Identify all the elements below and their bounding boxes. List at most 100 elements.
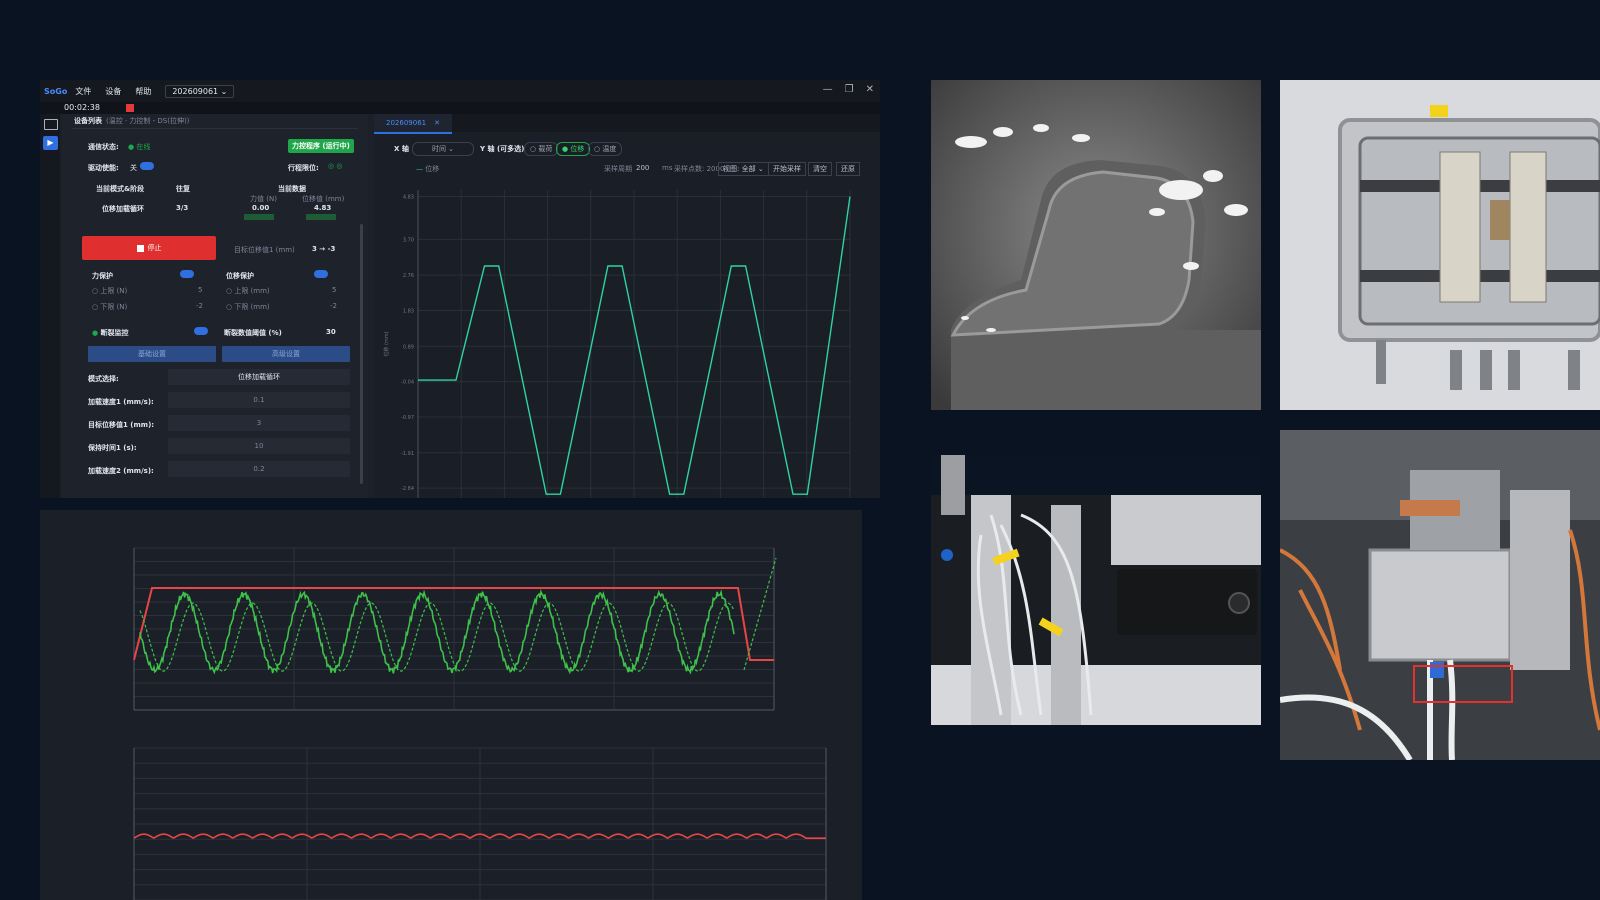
y-tick-label: -2.84 [401,486,414,492]
param-label: 加载速度2 (mm/s): [88,467,154,475]
run-program-button[interactable]: 力控程序 (运行中) [288,139,354,153]
force-oscillation-line [139,588,735,675]
force-protect-toggle[interactable] [180,270,194,278]
folder-icon[interactable] [44,119,58,130]
break-monitor-label: ● 断裂监控 [92,329,129,337]
elapsed-timer: 00:02:38 [64,103,100,112]
advanced-settings-button[interactable]: 高级设置 [222,346,350,362]
upper-n-value: 5 [198,286,203,294]
stop-icon [136,244,144,252]
disp-value: 4.83 [314,204,332,212]
y-option-temp[interactable]: ○ 温度 [588,142,623,156]
force-label: 力值 (N) [250,195,277,203]
mode-select-label: 模式选择: [88,375,119,383]
lower-mm-label: ○ 下限 (mm) [226,303,270,311]
current-data-label: 当前数据 [278,185,306,193]
force-status-bar [244,214,274,220]
upper-mm-label: ○ 上限 (mm) [226,287,270,295]
device-panel: 设备列表 (温控 · 力控制 - DS(拉伸)) 通信状态: ● 在线 力控程序… [62,114,368,498]
break-monitor-toggle[interactable] [194,327,208,335]
y-option-disp[interactable]: ● 位移 [556,142,591,156]
y-option-label: 位移 [570,145,585,153]
y-tick-label: -0.04 [401,380,414,386]
timer-row: 00:02:38 [40,102,880,114]
lower-n-value: -2 [196,302,203,310]
target-disp-label: 目标位移值1 (mm) [234,246,295,254]
drive-off: 关 [130,164,137,172]
param-label: 保持时间1 (s): [88,444,137,452]
y-option-load[interactable]: ○ 载荷 [524,142,559,156]
y-option-label: 载荷 [538,145,553,153]
stop-button[interactable]: 停止 [82,236,216,260]
y-tick-label: -0.97 [401,415,414,421]
target-disp-value: 3 → -3 [312,245,336,253]
force-value: 0.00 [252,204,270,212]
disp-label: 位移值 (mm) [302,195,345,203]
play-icon[interactable]: ▶ [43,136,58,150]
divider [72,128,358,129]
comm-status: ● 在线 [128,143,151,151]
x-axis-value: 时间 [431,145,446,153]
chart-panel: 202609061 ✕ X 轴 时间 ⌄ Y 轴 (可多选) ○ 载荷 ● 位移 … [374,114,880,498]
param-input[interactable]: 0.2 [168,461,350,477]
app-window: SoGo 文件 设备 帮助 202609061 ⌄ — ❐ ✕ 00:02:38… [40,80,880,498]
drive-toggle[interactable] [140,162,154,170]
limit-indicator-icon: ◎ ◎ [328,162,343,170]
menu-help[interactable]: 帮助 [135,86,151,97]
tab-label: 202609061 [386,119,427,127]
upper-n-text: 上限 (N) [100,287,128,295]
comm-label: 通信状态: [88,143,119,151]
y-axis-label: Y 轴 (可多选) [480,145,525,153]
tab-project[interactable]: 202609061 ✕ [374,114,452,134]
app-logo: SoGo [44,86,68,96]
y-tick-label: 2.76 [403,273,414,279]
sidebar: ▶ [40,114,60,498]
param-input[interactable]: 3 [168,415,350,431]
upper-mm-text: 上限 (mm) [234,287,270,295]
threshold-value: 30 [326,328,336,336]
param-input[interactable]: 10 [168,438,350,454]
restore-icon[interactable]: ❐ [845,84,854,95]
minimize-icon[interactable]: — [823,84,833,95]
drive-label: 驱动使能: [88,164,119,172]
y-tick-label: 3.70 [403,237,414,243]
force-protect-label: 力保护 [92,272,113,280]
actuator-motor-photo [931,455,1261,725]
sem-sample-photo [931,80,1261,410]
y-tick-label: -1.91 [401,451,414,457]
panel-scrollbar[interactable] [360,224,363,484]
menu-device[interactable]: 设备 [105,86,121,97]
disp-protect-toggle[interactable] [314,270,328,278]
menu-file[interactable]: 文件 [75,86,91,97]
project-name: 202609061 [172,86,219,96]
mode-select[interactable]: 位移加载循环 [168,369,350,385]
force-control-charts [40,510,862,900]
limit-label: 行程限位: [288,164,319,172]
comm-value: 在线 [136,143,151,151]
upper-n-label: ○ 上限 (N) [92,287,128,295]
tab-close-icon[interactable]: ✕ [434,119,440,127]
param-label: 加载速度1 (mm/s): [88,398,154,406]
disp-status-bar [306,214,336,220]
lower-mm-value: -2 [330,302,337,310]
sample-holder-photo [1280,430,1600,760]
param-input[interactable]: 0.1 [168,392,350,408]
disp-protect-label: 位移保护 [226,272,254,280]
project-dropdown[interactable]: 202609061 ⌄ [165,84,235,98]
y-tick-label: 1.83 [403,309,414,315]
close-icon[interactable]: ✕ [866,84,874,95]
y-tick-label: 4.83 [403,194,414,200]
break-monitor-text: 断裂监控 [100,329,129,337]
displacement-chart: 4.83 3.70 2.76 1.83 0.89 -0.04 -0.97 -1.91 -2.84… [383,190,851,498]
x-axis-label: X 轴 [394,145,409,153]
lower-n-text: 下限 (N) [100,303,128,311]
param-label: 目标位移值1 (mm): [88,421,155,429]
window-controls: — ❐ ✕ [823,84,874,95]
panel-subtitle: (温控 · 力控制 - DS(拉伸)) [106,117,190,125]
y-option-label: 温度 [602,145,617,153]
mode-value: 位移加载循环 [102,205,144,213]
record-stop-icon[interactable] [126,104,134,112]
basic-settings-button[interactable]: 基础设置 [88,346,216,362]
lower-mm-text: 下限 (mm) [234,303,270,311]
x-axis-select[interactable]: 时间 ⌄ [412,142,474,156]
